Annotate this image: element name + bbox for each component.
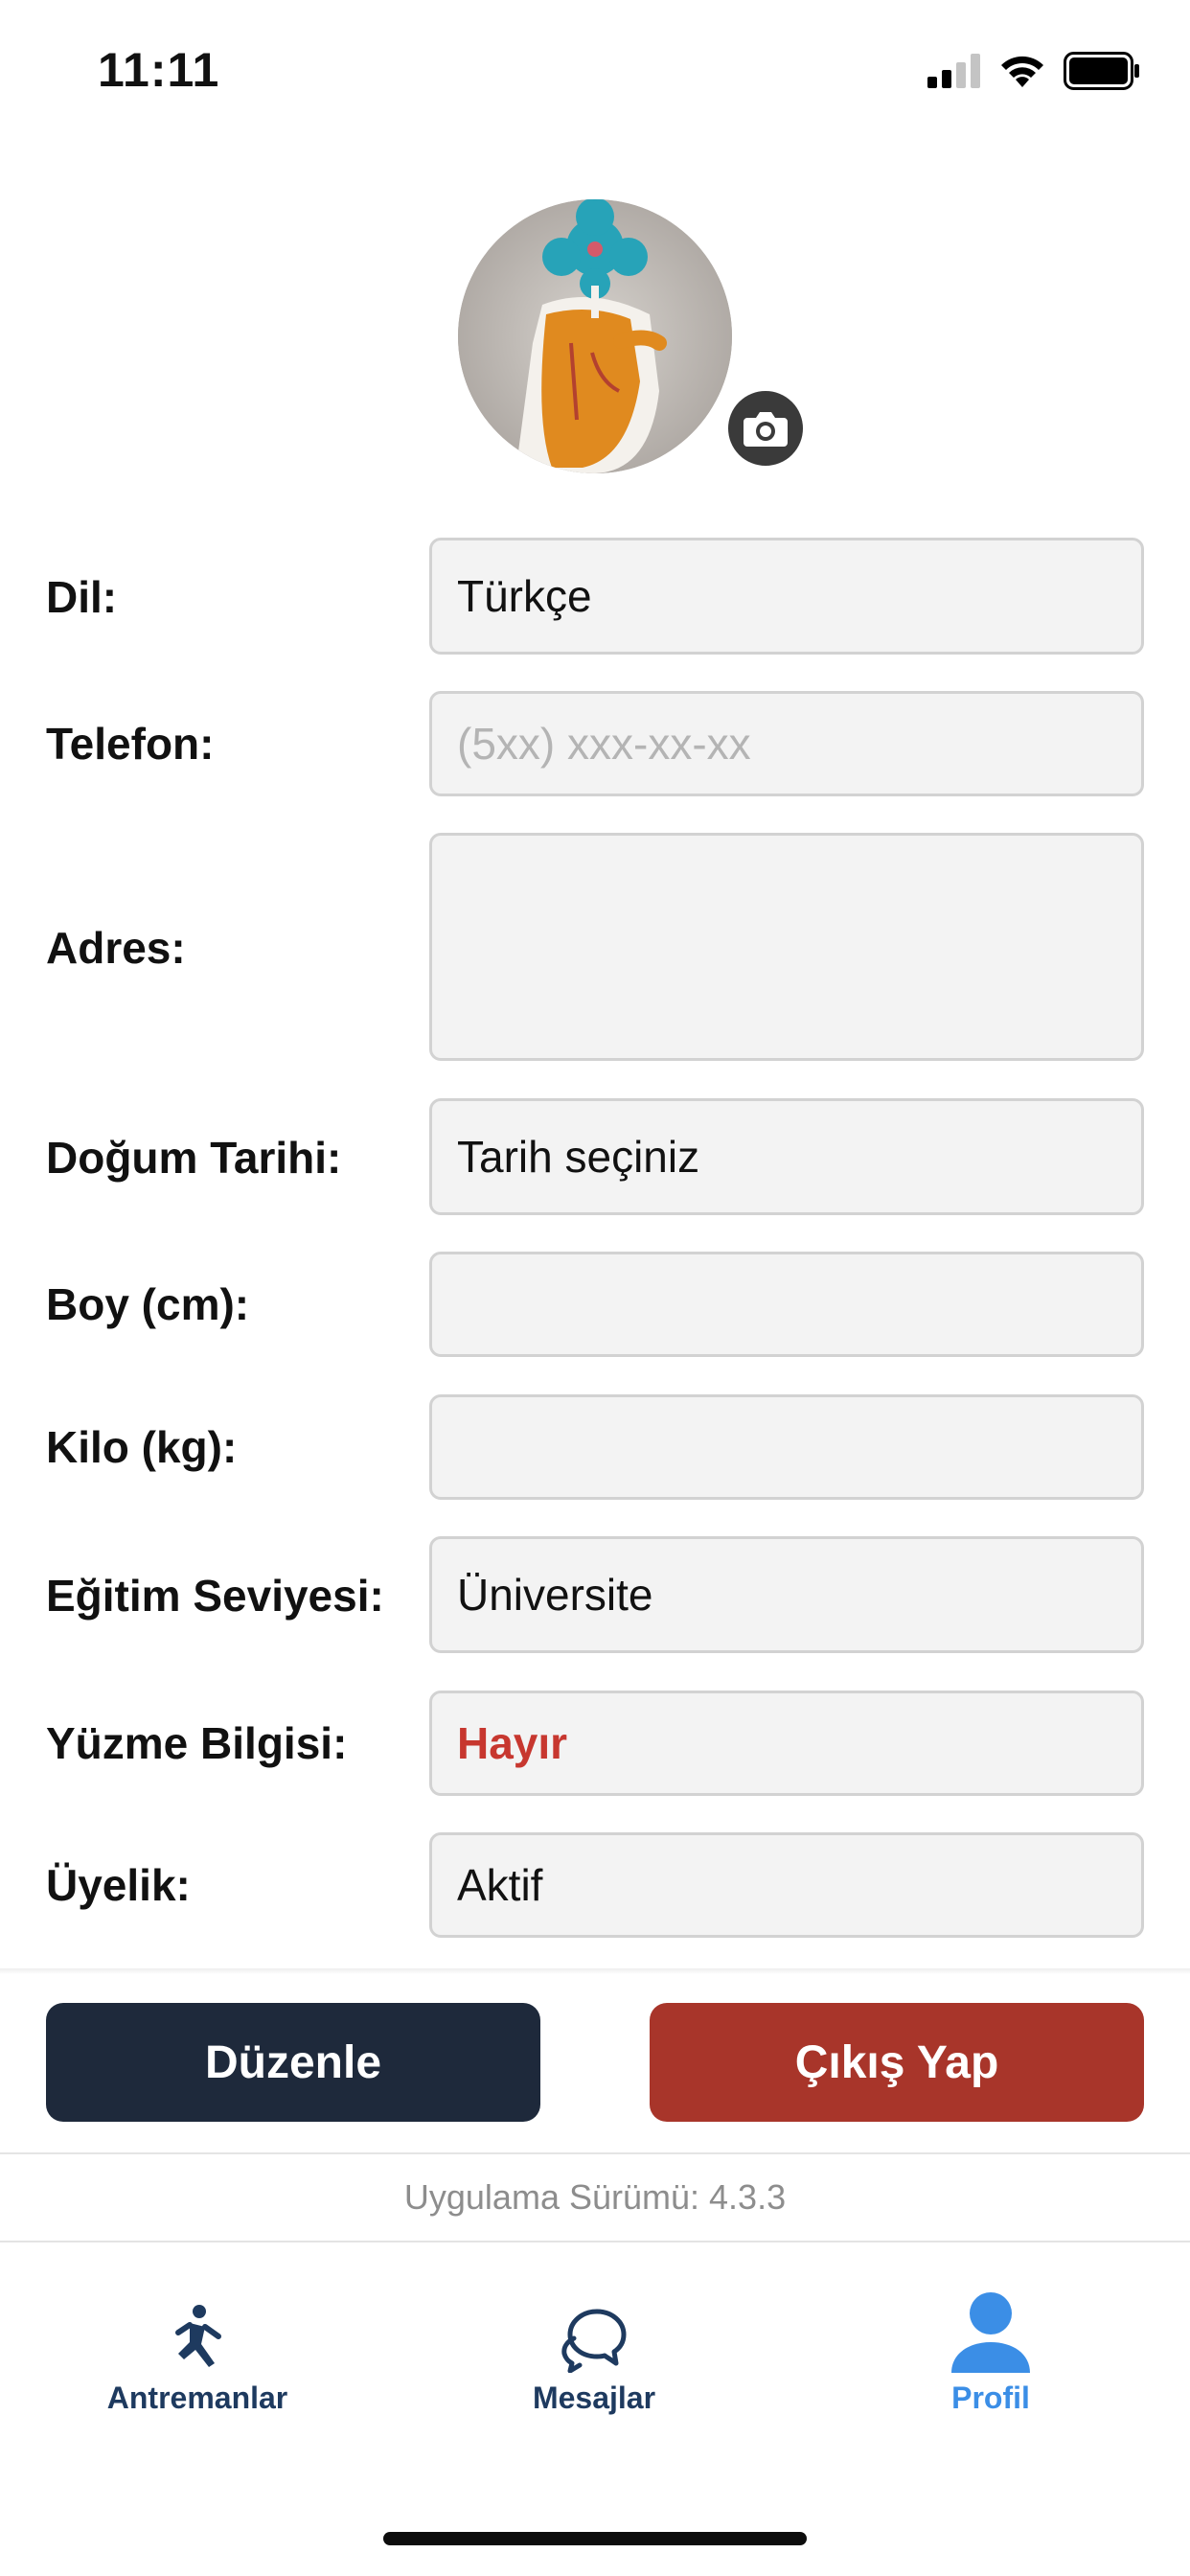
chat-bubbles-icon xyxy=(561,2309,627,2373)
address-label: Adres: xyxy=(46,923,186,973)
cellular-signal-icon xyxy=(927,54,980,88)
phone-input[interactable]: (5xx) xxx-xx-xx xyxy=(429,691,1144,796)
height-label: Boy (cm): xyxy=(46,1279,250,1329)
avatar[interactable] xyxy=(458,199,732,473)
swimming-value[interactable]: Hayır xyxy=(429,1690,1144,1796)
app-version-text: Uygulama Sürümü: 4.3.3 xyxy=(403,2177,787,2217)
education-label: Eğitim Seviyesi: xyxy=(46,1571,384,1621)
tab-antremanlar[interactable]: Antremanlar xyxy=(44,2281,351,2416)
birth-date-label: Doğum Tarihi: xyxy=(46,1133,342,1183)
avatar-image xyxy=(458,199,732,473)
tab-profil[interactable]: Profil xyxy=(837,2281,1144,2416)
status-icons xyxy=(927,50,1140,92)
birth-date-picker[interactable]: Tarih seçiniz xyxy=(429,1098,1144,1215)
tab-antremanlar-label: Antremanlar xyxy=(106,2380,288,2415)
person-icon xyxy=(951,2292,1030,2373)
tab-mesajlar-label: Mesajlar xyxy=(532,2380,656,2415)
actions-divider xyxy=(0,1968,1190,1974)
profile-avatar-container xyxy=(458,199,732,473)
tab-mesajlar[interactable]: Mesajlar xyxy=(441,2281,747,2416)
logout-button[interactable]: Çıkış Yap xyxy=(650,2003,1144,2122)
status-bar: 11:11 xyxy=(0,0,1190,144)
phone-label: Telefon: xyxy=(46,719,215,769)
membership-label: Üyelik: xyxy=(46,1860,191,1910)
swimming-label: Yüzme Bilgisi: xyxy=(46,1718,348,1768)
membership-value[interactable]: Aktif xyxy=(429,1832,1144,1938)
weight-input[interactable] xyxy=(429,1394,1144,1500)
divider xyxy=(0,2152,1190,2154)
tab-profil-label: Profil xyxy=(951,2380,1030,2415)
wifi-icon xyxy=(1001,56,1043,87)
exercise-icon xyxy=(175,2305,221,2367)
change-photo-button[interactable] xyxy=(724,387,807,470)
height-input[interactable] xyxy=(429,1252,1144,1357)
weight-label: Kilo (kg): xyxy=(46,1422,238,1472)
edit-button[interactable]: Düzenle xyxy=(46,2003,540,2122)
status-time: 11:11 xyxy=(98,43,220,97)
language-label: Dil: xyxy=(46,572,118,622)
language-select[interactable]: Türkçe xyxy=(429,538,1144,655)
battery-icon xyxy=(1064,52,1139,90)
address-textarea[interactable] xyxy=(429,833,1144,1061)
education-select[interactable]: Üniversite xyxy=(429,1536,1144,1653)
home-indicator xyxy=(383,2532,807,2545)
divider xyxy=(0,2241,1190,2242)
camera-icon xyxy=(744,412,788,447)
